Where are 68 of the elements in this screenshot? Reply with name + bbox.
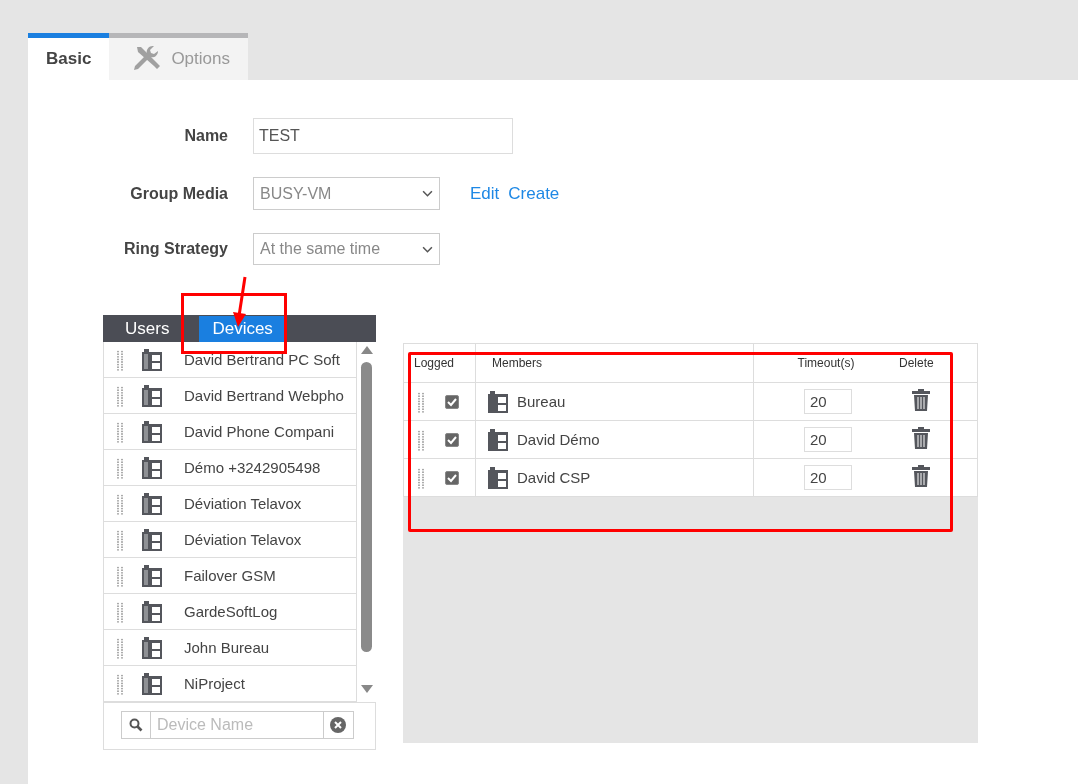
device-name[interactable]: NiProject xyxy=(184,675,245,692)
phone-icon xyxy=(488,466,508,489)
drag-handle-icon[interactable] xyxy=(116,528,124,551)
device-name[interactable]: David Phone Compani xyxy=(184,423,335,440)
field-label: Group Media xyxy=(129,184,229,203)
clear-icon[interactable] xyxy=(330,717,346,733)
phone-icon xyxy=(142,384,162,407)
link[interactable]: Edit xyxy=(470,183,500,204)
trash-icon[interactable] xyxy=(912,427,930,449)
device-name[interactable]: John Bureau xyxy=(184,639,270,656)
phone-icon xyxy=(142,636,162,659)
phone-icon xyxy=(488,428,508,451)
field-label: Name xyxy=(183,127,229,145)
drag-handle-icon[interactable] xyxy=(116,456,124,479)
drag-handle-icon[interactable] xyxy=(417,428,425,451)
field-label: Ring Strategy xyxy=(123,240,229,258)
member-name: Bureau xyxy=(517,393,566,410)
timeout-field[interactable]: 20 xyxy=(804,389,852,414)
drag-handle-icon[interactable] xyxy=(116,636,124,659)
name-field[interactable]: TEST xyxy=(253,118,513,154)
drag-handle-icon[interactable] xyxy=(116,492,124,515)
chevron-icon xyxy=(422,245,433,253)
drag-handle-icon[interactable] xyxy=(116,600,124,623)
column-header: Delete xyxy=(898,343,978,383)
device-name[interactable]: Déviation Telavox xyxy=(184,495,302,512)
timeout-field[interactable]: 20 xyxy=(804,465,852,490)
tab[interactable]: Devices xyxy=(199,316,286,342)
device-name[interactable]: Failover GSM xyxy=(184,567,276,584)
device-name[interactable]: GardeSoftLog xyxy=(184,603,278,620)
checkbox[interactable] xyxy=(445,394,459,409)
checkbox[interactable] xyxy=(445,432,459,447)
column-header: Timeout(s) xyxy=(753,343,898,383)
phone-icon xyxy=(488,390,508,413)
tab[interactable]: Users xyxy=(112,316,183,342)
drag-handle-icon[interactable] xyxy=(116,384,124,407)
select-field[interactable]: At the same time xyxy=(253,233,440,265)
drag-handle-icon[interactable] xyxy=(116,348,124,371)
phone-icon xyxy=(142,528,162,551)
phone-icon xyxy=(142,492,162,515)
phone-icon xyxy=(142,348,162,371)
link[interactable]: Create xyxy=(508,183,560,204)
drag-handle-icon[interactable] xyxy=(417,390,425,413)
phone-icon xyxy=(142,672,162,695)
phone-icon xyxy=(142,420,162,443)
phone-icon xyxy=(142,564,162,587)
phone-icon xyxy=(142,600,162,623)
column-header: Members xyxy=(475,343,754,383)
drag-handle-icon[interactable] xyxy=(116,672,124,695)
device-name[interactable]: David Bertrand PC Soft xyxy=(184,351,340,368)
trash-icon[interactable] xyxy=(912,389,930,411)
device-name[interactable]: Déviation Telavox xyxy=(184,531,302,548)
chevron-icon xyxy=(422,190,433,197)
device-name[interactable]: David Bertrand Webpho xyxy=(184,387,344,404)
phone-icon xyxy=(142,456,162,479)
drag-handle-icon[interactable] xyxy=(116,420,124,443)
member-name: David CSP xyxy=(517,469,591,486)
search-field[interactable]: Device Name xyxy=(121,711,354,739)
device-name[interactable]: Démo +3242905498 xyxy=(184,459,321,476)
member-name: David Démo xyxy=(517,431,600,448)
tab[interactable]: Basic xyxy=(28,33,110,80)
search-icon xyxy=(129,718,143,732)
drag-handle-icon[interactable] xyxy=(116,564,124,587)
checkbox[interactable] xyxy=(445,470,459,485)
column-header: Logged xyxy=(403,343,476,383)
drag-handle-icon[interactable] xyxy=(417,466,425,489)
select-field[interactable]: BUSY-VM xyxy=(253,177,440,210)
trash-icon[interactable] xyxy=(912,465,930,487)
timeout-field[interactable]: 20 xyxy=(804,427,852,452)
